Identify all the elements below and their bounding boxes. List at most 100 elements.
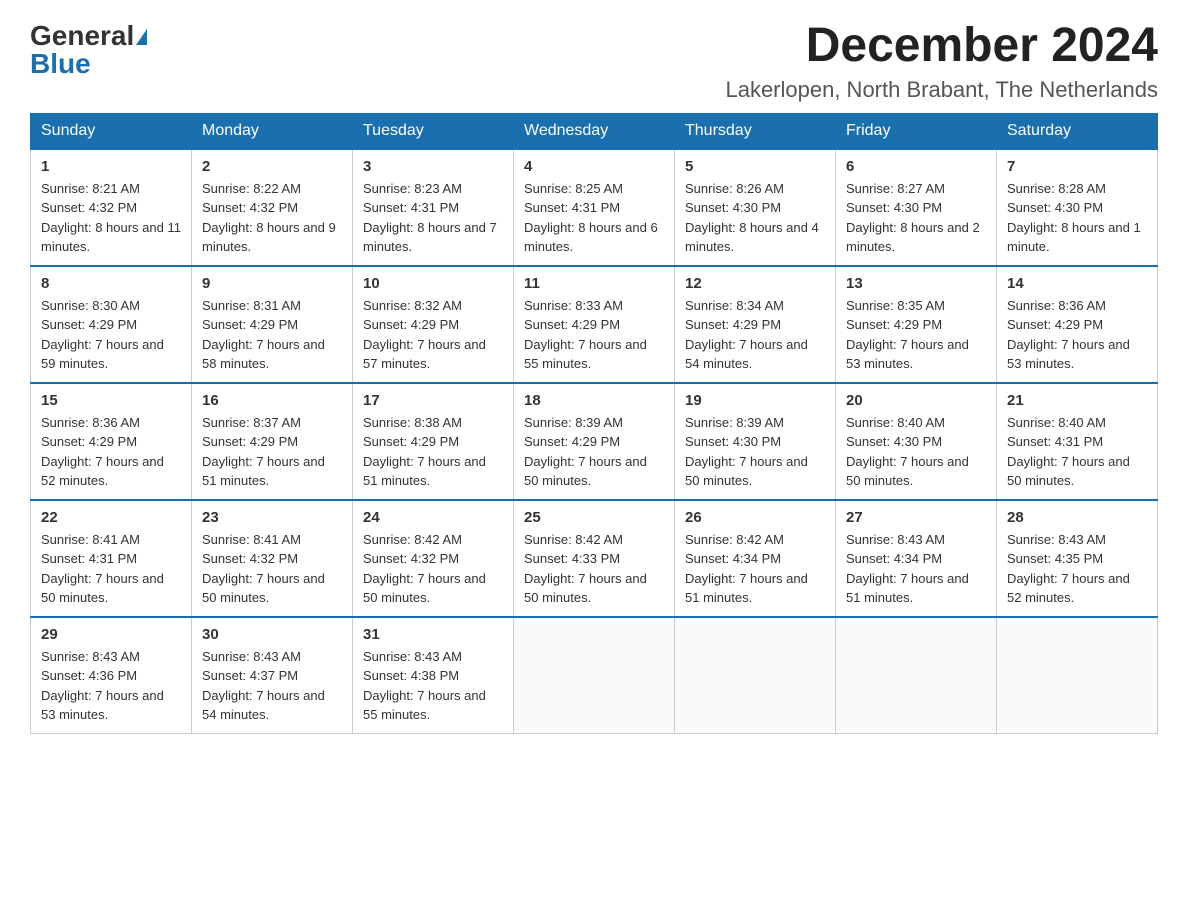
calendar-day-cell: 1 Sunrise: 8:21 AMSunset: 4:32 PMDaylight… — [31, 149, 192, 266]
calendar-day-cell: 18Sunrise: 8:39 AMSunset: 4:29 PMDayligh… — [514, 383, 675, 500]
calendar-day-cell: 28Sunrise: 8:43 AMSunset: 4:35 PMDayligh… — [997, 500, 1158, 617]
day-number: 3 — [363, 158, 503, 175]
day-number: 11 — [524, 275, 664, 292]
calendar-day-cell: 29 Sunrise: 8:43 AMSunset: 4:36 PMDayligh… — [31, 617, 192, 734]
day-info: Sunrise: 8:43 AMSunset: 4:35 PMDaylight:… — [1007, 530, 1147, 608]
col-thursday: Thursday — [675, 113, 836, 149]
calendar-week-row: 15 Sunrise: 8:36 AMSunset: 4:29 PMDayligh… — [31, 383, 1158, 500]
day-number: 31 — [363, 626, 503, 643]
calendar-week-row: 22 Sunrise: 8:41 AMSunset: 4:31 PMDayligh… — [31, 500, 1158, 617]
calendar-day-cell: 14 Sunrise: 8:36 AMSunset: 4:29 PMDayligh… — [997, 266, 1158, 383]
day-info: Sunrise: 8:31 AMSunset: 4:29 PMDaylight:… — [202, 296, 342, 374]
day-info: Sunrise: 8:42 AMSunset: 4:32 PMDaylight:… — [363, 530, 503, 608]
col-saturday: Saturday — [997, 113, 1158, 149]
calendar-day-cell: 13 Sunrise: 8:35 AMSunset: 4:29 PMDayligh… — [836, 266, 997, 383]
day-info: Sunrise: 8:23 AMSunset: 4:31 PMDaylight:… — [363, 179, 503, 257]
day-info: Sunrise: 8:25 AMSunset: 4:31 PMDaylight:… — [524, 179, 664, 257]
day-info: Sunrise: 8:43 AMSunset: 4:37 PMDaylight:… — [202, 647, 342, 725]
day-info: Sunrise: 8:40 AMSunset: 4:30 PMDaylight:… — [846, 413, 986, 491]
day-info: Sunrise: 8:38 AMSunset: 4:29 PMDaylight:… — [363, 413, 503, 491]
day-info: Sunrise: 8:43 AMSunset: 4:38 PMDaylight:… — [363, 647, 503, 725]
day-info: Sunrise: 8:36 AMSunset: 4:29 PMDaylight:… — [41, 413, 181, 491]
day-info: Sunrise: 8:27 AMSunset: 4:30 PMDaylight:… — [846, 179, 986, 257]
day-info: Sunrise: 8:34 AMSunset: 4:29 PMDaylight:… — [685, 296, 825, 374]
calendar-header-row: Sunday Monday Tuesday Wednesday Thursday… — [31, 113, 1158, 149]
calendar-day-cell: 10 Sunrise: 8:32 AMSunset: 4:29 PMDayligh… — [353, 266, 514, 383]
day-number: 6 — [846, 158, 986, 175]
calendar-week-row: 1 Sunrise: 8:21 AMSunset: 4:32 PMDaylight… — [31, 149, 1158, 266]
col-tuesday: Tuesday — [353, 113, 514, 149]
calendar-day-cell: 9Sunrise: 8:31 AMSunset: 4:29 PMDaylight… — [192, 266, 353, 383]
calendar-day-cell: 2Sunrise: 8:22 AMSunset: 4:32 PMDaylight… — [192, 149, 353, 266]
calendar-week-row: 8Sunrise: 8:30 AMSunset: 4:29 PMDaylight… — [31, 266, 1158, 383]
col-sunday: Sunday — [31, 113, 192, 149]
calendar-day-cell — [675, 617, 836, 734]
day-number: 13 — [846, 275, 986, 292]
day-number: 22 — [41, 509, 181, 526]
day-info: Sunrise: 8:41 AMSunset: 4:32 PMDaylight:… — [202, 530, 342, 608]
day-info: Sunrise: 8:21 AMSunset: 4:32 PMDaylight:… — [41, 179, 181, 257]
calendar-day-cell: 21 Sunrise: 8:40 AMSunset: 4:31 PMDayligh… — [997, 383, 1158, 500]
day-info: Sunrise: 8:39 AMSunset: 4:29 PMDaylight:… — [524, 413, 664, 491]
logo-blue-text: Blue — [30, 48, 91, 80]
day-info: Sunrise: 8:42 AMSunset: 4:34 PMDaylight:… — [685, 530, 825, 608]
day-info: Sunrise: 8:36 AMSunset: 4:29 PMDaylight:… — [1007, 296, 1147, 374]
day-number: 17 — [363, 392, 503, 409]
day-info: Sunrise: 8:42 AMSunset: 4:33 PMDaylight:… — [524, 530, 664, 608]
day-number: 2 — [202, 158, 342, 175]
day-info: Sunrise: 8:32 AMSunset: 4:29 PMDaylight:… — [363, 296, 503, 374]
calendar-day-cell: 11 Sunrise: 8:33 AMSunset: 4:29 PMDayligh… — [514, 266, 675, 383]
day-info: Sunrise: 8:41 AMSunset: 4:31 PMDaylight:… — [41, 530, 181, 608]
day-number: 27 — [846, 509, 986, 526]
calendar-day-cell: 23Sunrise: 8:41 AMSunset: 4:32 PMDayligh… — [192, 500, 353, 617]
col-monday: Monday — [192, 113, 353, 149]
calendar-day-cell: 16 Sunrise: 8:37 AMSunset: 4:29 PMDayligh… — [192, 383, 353, 500]
day-number: 21 — [1007, 392, 1147, 409]
calendar-day-cell: 27 Sunrise: 8:43 AMSunset: 4:34 PMDayligh… — [836, 500, 997, 617]
day-number: 30 — [202, 626, 342, 643]
day-info: Sunrise: 8:43 AMSunset: 4:36 PMDaylight:… — [41, 647, 181, 725]
day-info: Sunrise: 8:33 AMSunset: 4:29 PMDaylight:… — [524, 296, 664, 374]
day-number: 15 — [41, 392, 181, 409]
calendar-day-cell: 6 Sunrise: 8:27 AMSunset: 4:30 PMDaylight… — [836, 149, 997, 266]
calendar-table: Sunday Monday Tuesday Wednesday Thursday… — [30, 113, 1158, 734]
calendar-day-cell: 4 Sunrise: 8:25 AMSunset: 4:31 PMDaylight… — [514, 149, 675, 266]
calendar-day-cell: 22 Sunrise: 8:41 AMSunset: 4:31 PMDayligh… — [31, 500, 192, 617]
day-number: 7 — [1007, 158, 1147, 175]
day-number: 20 — [846, 392, 986, 409]
calendar-day-cell: 26 Sunrise: 8:42 AMSunset: 4:34 PMDayligh… — [675, 500, 836, 617]
day-number: 29 — [41, 626, 181, 643]
day-number: 1 — [41, 158, 181, 175]
day-info: Sunrise: 8:40 AMSunset: 4:31 PMDaylight:… — [1007, 413, 1147, 491]
day-number: 8 — [41, 275, 181, 292]
day-number: 24 — [363, 509, 503, 526]
calendar-day-cell: 8Sunrise: 8:30 AMSunset: 4:29 PMDaylight… — [31, 266, 192, 383]
day-info: Sunrise: 8:37 AMSunset: 4:29 PMDaylight:… — [202, 413, 342, 491]
calendar-day-cell: 19Sunrise: 8:39 AMSunset: 4:30 PMDayligh… — [675, 383, 836, 500]
calendar-day-cell: 25Sunrise: 8:42 AMSunset: 4:33 PMDayligh… — [514, 500, 675, 617]
day-number: 4 — [524, 158, 664, 175]
page-header: General Blue December 2024 Lakerlopen, N… — [30, 20, 1158, 103]
day-info: Sunrise: 8:43 AMSunset: 4:34 PMDaylight:… — [846, 530, 986, 608]
day-number: 5 — [685, 158, 825, 175]
logo: General Blue — [30, 20, 147, 80]
calendar-day-cell — [997, 617, 1158, 734]
col-wednesday: Wednesday — [514, 113, 675, 149]
logo-triangle-icon — [136, 29, 147, 45]
day-number: 14 — [1007, 275, 1147, 292]
day-number: 26 — [685, 509, 825, 526]
calendar-day-cell: 12 Sunrise: 8:34 AMSunset: 4:29 PMDayligh… — [675, 266, 836, 383]
calendar-day-cell: 7 Sunrise: 8:28 AMSunset: 4:30 PMDaylight… — [997, 149, 1158, 266]
calendar-day-cell: 17 Sunrise: 8:38 AMSunset: 4:29 PMDayligh… — [353, 383, 514, 500]
day-number: 16 — [202, 392, 342, 409]
col-friday: Friday — [836, 113, 997, 149]
calendar-day-cell: 15 Sunrise: 8:36 AMSunset: 4:29 PMDayligh… — [31, 383, 192, 500]
calendar-week-row: 29 Sunrise: 8:43 AMSunset: 4:36 PMDayligh… — [31, 617, 1158, 734]
day-number: 10 — [363, 275, 503, 292]
day-info: Sunrise: 8:39 AMSunset: 4:30 PMDaylight:… — [685, 413, 825, 491]
day-info: Sunrise: 8:35 AMSunset: 4:29 PMDaylight:… — [846, 296, 986, 374]
day-number: 12 — [685, 275, 825, 292]
day-info: Sunrise: 8:28 AMSunset: 4:30 PMDaylight:… — [1007, 179, 1147, 257]
title-block: December 2024 Lakerlopen, North Brabant,… — [725, 20, 1158, 103]
calendar-day-cell: 3 Sunrise: 8:23 AMSunset: 4:31 PMDaylight… — [353, 149, 514, 266]
